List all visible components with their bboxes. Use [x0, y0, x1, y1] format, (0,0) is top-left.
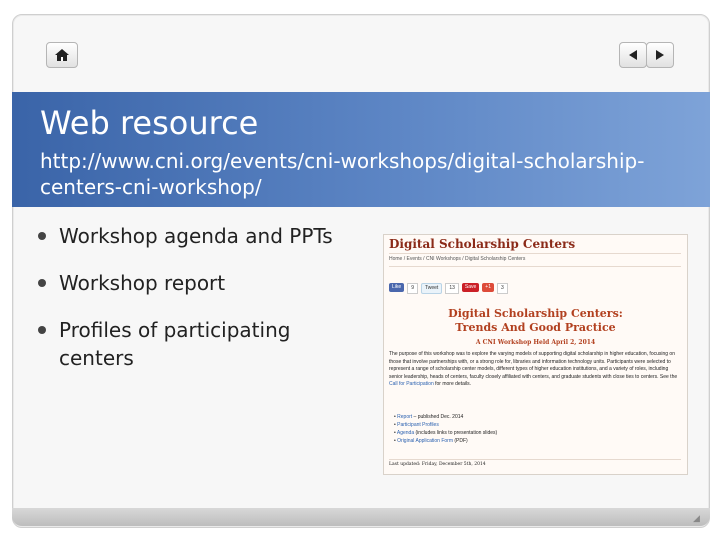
next-slide-button[interactable]	[646, 42, 674, 68]
divider	[389, 253, 681, 254]
list-item: • Original Application Form (PDF)	[394, 438, 468, 444]
social-buttons: Like 9 Tweet 13 Save +1 3	[389, 283, 508, 294]
webpage-screenshot: Digital Scholarship Centers Home / Event…	[383, 234, 688, 475]
bullet-item: Workshop report	[38, 269, 368, 297]
home-icon	[55, 49, 69, 61]
resource-url[interactable]: http://www.cni.org/events/cni-workshops/…	[40, 148, 700, 200]
webpage-subheading: A CNI Workshop Held April 2, 2014	[475, 339, 596, 346]
slide-title: Web resource	[40, 104, 259, 142]
last-updated: Last updated: Friday, December 5th, 2014	[389, 462, 486, 467]
facebook-like-button[interactable]: Like	[389, 283, 405, 292]
resize-corner-icon: ◢	[693, 513, 700, 523]
bullet-item: Profiles of participating centers	[38, 316, 368, 372]
webpage-heading: Digital Scholarship Centers: Trends And …	[448, 307, 623, 334]
resource-list: • Report – published Dec. 2014 • Partici…	[394, 413, 497, 445]
list-item: • Agenda (includes links to presentation…	[394, 430, 498, 436]
tweet-count: 13	[445, 283, 459, 294]
webpage-paragraph: The purpose of this workshop was to expl…	[389, 351, 678, 387]
breadcrumb: Home / Events / CNI Workshops / Digital …	[389, 256, 526, 262]
tweet-button[interactable]: Tweet	[420, 283, 443, 294]
home-button[interactable]	[46, 42, 78, 68]
call-for-participation-link[interactable]: Call for Participation	[389, 381, 434, 387]
divider	[389, 266, 681, 267]
webpage-title: Digital Scholarship Centers	[389, 237, 576, 251]
list-item: • Participant Profiles	[394, 422, 439, 428]
save-button[interactable]: Save	[461, 283, 480, 292]
list-item: • Report – published Dec. 2014	[394, 414, 464, 420]
google-plus-button[interactable]: +1	[482, 283, 494, 292]
bullet-dot-icon	[38, 232, 46, 240]
bullet-item: Workshop agenda and PPTs	[38, 222, 368, 250]
previous-slide-button[interactable]	[619, 42, 647, 68]
divider	[389, 459, 681, 460]
arrow-left-icon	[629, 50, 637, 60]
bullet-dot-icon	[38, 279, 46, 287]
bullet-list: Workshop agenda and PPTs Workshop report…	[38, 222, 368, 391]
plus-count: 3	[496, 283, 508, 294]
like-count: 9	[407, 283, 418, 294]
bullet-dot-icon	[38, 326, 46, 334]
arrow-right-icon	[656, 50, 664, 60]
slide-bottom-bar	[12, 508, 710, 526]
